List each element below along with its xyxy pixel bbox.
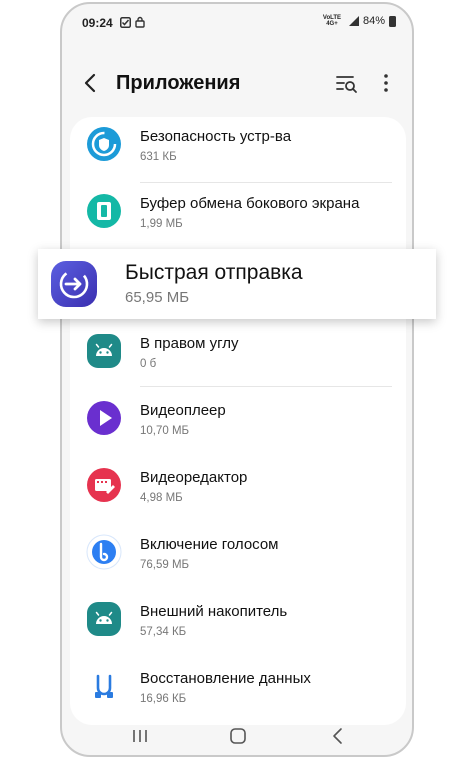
- status-time: 09:24: [82, 16, 113, 30]
- recent-apps-icon: [133, 730, 147, 742]
- signal-icon: [348, 16, 359, 26]
- list-search-icon: [336, 76, 357, 93]
- status-bar: 09:24 VoLTE 4G+ 84%: [62, 4, 412, 40]
- home-button[interactable]: [228, 727, 248, 745]
- app-size: 65,95 МБ: [125, 289, 190, 306]
- search-list-button[interactable]: [334, 70, 360, 96]
- nav-back-button[interactable]: [328, 726, 348, 746]
- app-name: Безопасность устр-ва: [140, 128, 292, 145]
- app-size: 76,59 МБ: [140, 559, 190, 571]
- data-restore-icon: [87, 669, 121, 703]
- app-name: Быстрая отправка: [125, 261, 303, 284]
- app-size: 0 б: [140, 358, 157, 370]
- app-size: 4,98 МБ: [140, 492, 183, 504]
- app-size: 1,99 МБ: [140, 218, 183, 230]
- app-size: 631 КБ: [140, 151, 177, 163]
- app-size: 16,96 КБ: [140, 693, 187, 705]
- app-name: Включение голосом: [140, 536, 279, 553]
- app-row-data-restore[interactable]: Восстановление данных 16,96 КБ: [70, 653, 406, 719]
- home-icon: [230, 728, 246, 744]
- status-right: VoLTE 4G+ 84%: [319, 15, 396, 27]
- app-bar: Приложения: [62, 60, 412, 106]
- app-name: Видеоплеер: [140, 402, 226, 419]
- back-button[interactable]: [76, 68, 106, 98]
- phone-frame: 09:24 VoLTE 4G+ 84% Приложения Безопасно…: [60, 2, 414, 757]
- check-notification-icon: [120, 16, 131, 28]
- recent-apps-button[interactable]: [130, 727, 150, 745]
- app-name: Внешний накопитель: [140, 603, 288, 620]
- back-arrow-icon: [333, 728, 342, 744]
- page-title: Приложения: [116, 72, 241, 94]
- app-row-right-corner[interactable]: В правом углу 0 б: [70, 318, 406, 384]
- quick-share-icon: [51, 261, 97, 307]
- more-vertical-icon: [384, 74, 388, 92]
- app-row-external-storage[interactable]: Внешний накопитель 57,34 КБ: [70, 586, 406, 652]
- app-size: 57,34 КБ: [140, 626, 187, 638]
- app-name: Буфер обмена бокового экрана: [140, 195, 360, 212]
- app-row-voice-wake[interactable]: Включение голосом 76,59 МБ: [70, 519, 406, 585]
- app-name: Видеоредактор: [140, 469, 248, 486]
- app-name: В правом углу: [140, 335, 239, 352]
- more-options-button[interactable]: [376, 70, 396, 96]
- app-list: Безопасность устр-ва 631 КБ Буфер обмена…: [70, 117, 406, 725]
- network-label: VoLTE 4G+: [322, 15, 342, 27]
- device-security-icon: [87, 127, 121, 161]
- android-icon: [87, 602, 121, 636]
- app-row-edge-clipboard[interactable]: Буфер обмена бокового экрана 1,99 МБ: [70, 178, 406, 244]
- lock-notification-icon: [135, 16, 145, 28]
- video-editor-icon: [87, 468, 121, 502]
- app-row-device-security[interactable]: Безопасность устр-ва 631 КБ: [70, 117, 406, 177]
- app-row-video-editor[interactable]: Видеоредактор 4,98 МБ: [70, 452, 406, 518]
- navigation-bar: [62, 719, 412, 755]
- app-row-quick-share-highlighted[interactable]: Быстрая отправка 65,95 МБ: [38, 249, 436, 319]
- battery-percent: 84%: [362, 15, 385, 27]
- clipboard-edge-icon: [87, 194, 121, 228]
- app-row-video-player[interactable]: Видеоплеер 10,70 МБ: [70, 385, 406, 451]
- bixby-voice-icon: [86, 534, 122, 570]
- app-size: 10,70 МБ: [140, 425, 190, 437]
- video-player-icon: [87, 401, 121, 435]
- notification-icons: [120, 16, 145, 28]
- chevron-left-icon: [84, 73, 96, 93]
- android-icon: [87, 334, 121, 368]
- app-name: Восстановление данных: [140, 670, 311, 687]
- battery-icon: [389, 15, 396, 27]
